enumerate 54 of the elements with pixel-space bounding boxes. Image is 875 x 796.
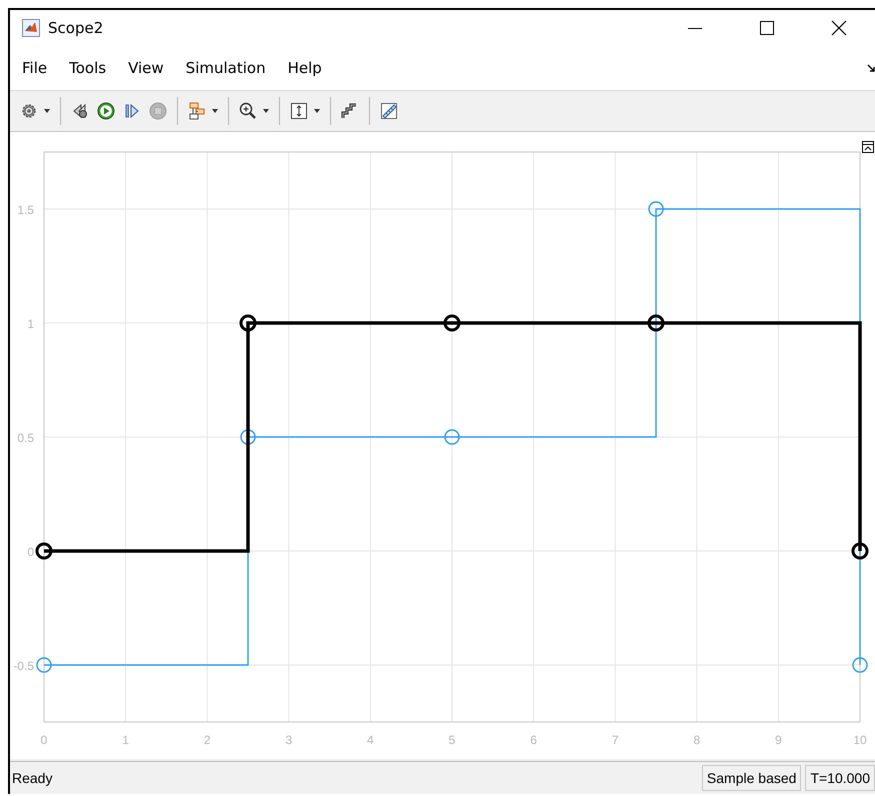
data-point bbox=[36, 542, 52, 560]
data-point bbox=[648, 201, 664, 217]
simulation-mode: Sample based bbox=[702, 765, 802, 791]
y-tick-label: 0 bbox=[27, 545, 34, 559]
maximize-icon bbox=[760, 21, 774, 35]
app-icon bbox=[22, 19, 40, 37]
y-tick-label: 0.5 bbox=[17, 431, 34, 445]
play-icon bbox=[97, 102, 115, 120]
menu-item[interactable]: Help bbox=[288, 59, 322, 77]
caret-icon bbox=[263, 109, 269, 113]
x-tick-label: 0 bbox=[40, 733, 48, 747]
data-point bbox=[36, 657, 52, 673]
caret-icon bbox=[314, 109, 320, 113]
x-tick-label: 6 bbox=[530, 733, 537, 747]
x-tick-label: 7 bbox=[612, 733, 619, 747]
x-tick-label: 8 bbox=[693, 733, 700, 747]
x-tick-label: 9 bbox=[775, 733, 782, 747]
window-title: Scope2 bbox=[48, 19, 104, 37]
scale-axes-icon bbox=[290, 102, 308, 120]
dock-icon[interactable] bbox=[867, 63, 875, 73]
data-point bbox=[852, 542, 868, 560]
menu-item[interactable]: View bbox=[128, 59, 164, 77]
menu-item[interactable]: Tools bbox=[69, 59, 106, 77]
caret-icon bbox=[44, 109, 50, 113]
data-point bbox=[852, 657, 868, 673]
undock-icon[interactable] bbox=[862, 141, 874, 153]
data-point bbox=[444, 429, 460, 445]
x-tick-label: 1 bbox=[122, 733, 129, 747]
close-icon bbox=[831, 20, 847, 36]
stairs-icon bbox=[341, 102, 359, 120]
menu-item[interactable]: Simulation bbox=[186, 59, 266, 77]
y-tick-label: 1 bbox=[27, 317, 34, 331]
simulation-time: T=10.000 bbox=[805, 765, 875, 791]
stop-icon bbox=[149, 102, 167, 120]
data-point bbox=[444, 314, 460, 332]
caret-icon bbox=[212, 109, 218, 113]
layout-icon bbox=[188, 102, 206, 120]
ruler-icon bbox=[380, 102, 398, 120]
data-point bbox=[240, 314, 256, 332]
gear-icon bbox=[20, 102, 38, 120]
status-message: Ready bbox=[12, 770, 52, 786]
x-tick-label: 5 bbox=[448, 733, 456, 747]
step-back-icon bbox=[71, 102, 89, 120]
x-tick-label: 4 bbox=[367, 733, 374, 747]
step-forward-icon bbox=[123, 102, 141, 120]
zoom-in-icon bbox=[239, 102, 257, 120]
data-point bbox=[648, 314, 664, 332]
y-tick-label: 1.5 bbox=[17, 203, 34, 217]
data-point bbox=[240, 429, 256, 445]
y-tick-label: -0.5 bbox=[13, 659, 34, 673]
x-tick-label: 3 bbox=[285, 733, 292, 747]
x-tick-label: 2 bbox=[204, 733, 211, 747]
menu-item[interactable]: File bbox=[22, 59, 48, 77]
x-tick-label: 10 bbox=[853, 733, 867, 747]
